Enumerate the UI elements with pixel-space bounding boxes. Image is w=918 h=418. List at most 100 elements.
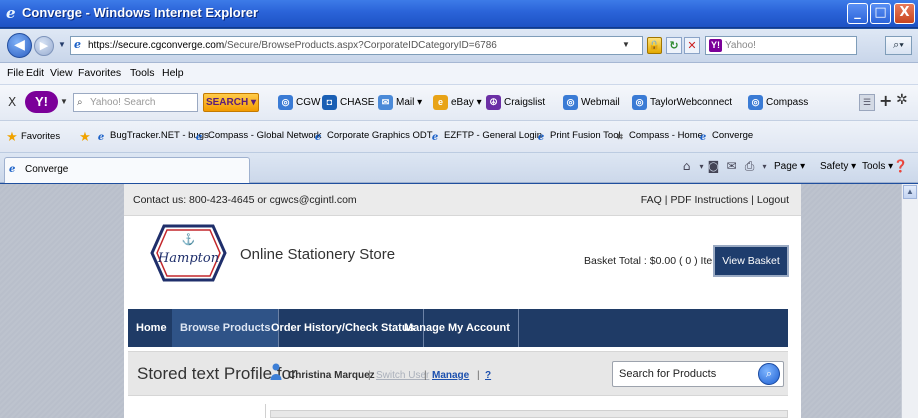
safety-menu[interactable]: Safety ▾ <box>820 161 856 172</box>
page-menu[interactable]: Page ▾ <box>774 161 805 172</box>
favorites-star-icon: ★ <box>6 130 18 145</box>
tools-menu[interactable]: Tools ▾ <box>862 161 893 172</box>
toolbar-close-icon[interactable]: X <box>8 95 16 109</box>
lock-icon[interactable]: 🔒 <box>647 37 662 54</box>
toolbar-webmail-button[interactable]: ◎ Webmail <box>563 93 620 112</box>
yahoo-logo-icon[interactable]: Y! <box>25 91 58 113</box>
back-button[interactable]: ◀ <box>7 33 32 58</box>
history-dropdown-icon[interactable]: ▼ <box>58 40 66 49</box>
stop-icon[interactable]: ✕ <box>684 37 700 54</box>
cgw-label: CGW <box>296 97 321 108</box>
product-panel <box>270 410 788 418</box>
store-page: Contact us: 800-423-4645 or cgwcs@cgintl… <box>124 184 801 418</box>
url-protocol: https:// <box>88 40 119 51</box>
hampton-logo[interactable]: ⚓ Hampton <box>150 224 227 282</box>
feeds-icon[interactable]: ◙ <box>706 159 721 174</box>
search-go-button[interactable]: ⌕▾ <box>885 36 912 55</box>
yahoo-dropdown-icon[interactable]: ▼ <box>60 97 68 106</box>
nav-home[interactable]: Home <box>128 309 176 347</box>
address-bar[interactable]: e https://secure.cgconverge.com/Secure/B… <box>70 36 643 55</box>
logout-link[interactable]: Logout <box>757 194 789 206</box>
help-icon[interactable]: ❓ <box>893 159 908 174</box>
ie-page-icon: e <box>431 132 439 143</box>
page-icon: e <box>74 38 81 51</box>
header-links: FAQ | PDF Instructions | Logout <box>641 194 789 206</box>
favorite-link[interactable]: e BugTracker.NET - bugs <box>95 130 209 144</box>
magnifier-icon: ⌕ <box>77 97 83 108</box>
menu-tools[interactable]: Tools <box>130 67 155 79</box>
product-search-placeholder: Search for Products <box>619 368 717 380</box>
contact-bar: Contact us: 800-423-4645 or cgwcs@cgintl… <box>124 184 801 216</box>
toolbar-craigslist-button[interactable]: ☮ Craigslist <box>486 93 545 112</box>
tab-converge[interactable]: e Converge <box>4 157 250 183</box>
toolbar-taylor-button[interactable]: ◎ TaylorWebconnect <box>632 93 732 112</box>
browser-search-input[interactable]: Y! Yahoo! <box>705 36 857 55</box>
ie-page-icon: e <box>699 132 707 143</box>
favorite-link[interactable]: e EZFTP - General Login <box>429 130 542 144</box>
view-basket-button[interactable]: View Basket <box>713 245 789 277</box>
scroll-up-icon[interactable]: ▲ <box>903 185 917 199</box>
contact-info: Contact us: 800-423-4645 or cgwcs@cgintl… <box>133 194 357 206</box>
product-search-input[interactable]: Search for Products ⌕ <box>612 361 784 387</box>
toolbar-cgw-button[interactable]: ◎ CGW <box>278 93 320 112</box>
menu-help[interactable]: Help <box>162 67 184 79</box>
toolbar-compass-button[interactable]: ◎ Compass <box>748 93 808 112</box>
tools-menu-label: Tools <box>862 161 886 172</box>
minimize-button[interactable]: _ <box>847 3 868 24</box>
toolbar-ebay-button[interactable]: e eBay ▾ <box>433 93 482 112</box>
faq-link[interactable]: FAQ <box>641 194 662 206</box>
favorite-link[interactable]: e Compass - Global Network <box>193 130 322 144</box>
address-dropdown-icon[interactable]: ▼ <box>622 40 630 49</box>
menu-favorites[interactable]: Favorites <box>78 67 121 79</box>
menu-view[interactable]: View <box>50 67 73 79</box>
svg-text:Hampton: Hampton <box>157 251 219 266</box>
craigslist-label: Craigslist <box>504 97 546 108</box>
favorite-label: Converge <box>712 130 754 141</box>
help-link[interactable]: ? <box>485 370 491 381</box>
link-separator: | <box>751 194 754 206</box>
favorite-link[interactable]: ⌗ Compass - Home <box>614 130 703 144</box>
yahoo-search-button[interactable]: SEARCH ▾ <box>203 93 259 112</box>
manage-link[interactable]: Manage <box>432 370 469 381</box>
menu-bar: File Edit View Favorites Tools Help <box>0 63 918 85</box>
favorites-label: Favorites <box>21 131 61 142</box>
profile-separator: | <box>477 370 480 381</box>
menu-edit[interactable]: Edit <box>26 67 44 79</box>
print-icon[interactable]: ⎙ <box>742 159 757 174</box>
toolbar-mail-button[interactable]: ✉ Mail ▾ <box>378 93 422 112</box>
forward-button[interactable]: ▶ <box>34 36 54 56</box>
switch-user-link[interactable]: Switch User <box>376 370 429 381</box>
tab-label: Converge <box>25 164 69 175</box>
maximize-button[interactable]: □ <box>870 3 891 24</box>
vertical-scrollbar[interactable]: ▲ <box>901 184 918 418</box>
favorite-link[interactable]: e Corporate Graphics ODT <box>312 130 433 144</box>
favorite-link[interactable]: e Converge <box>697 130 753 144</box>
print-dropdown-icon[interactable]: ▾ <box>757 159 772 174</box>
search-icon[interactable]: ⌕ <box>758 363 780 385</box>
pdf-instructions-link[interactable]: PDF Instructions <box>671 194 749 206</box>
page-menu-label: Page <box>774 161 798 172</box>
mail-label: Mail <box>396 97 415 108</box>
close-button[interactable]: X <box>894 3 915 24</box>
svg-text:⚓: ⚓ <box>182 233 196 246</box>
menu-file[interactable]: File <box>7 67 24 79</box>
toolbar-chase-button[interactable]: ◘ CHASE <box>322 93 374 112</box>
favorite-link[interactable]: e Print Fusion Tool <box>535 130 621 144</box>
refresh-icon[interactable]: ↻ <box>666 37 682 54</box>
store-name: Online Stationery Store <box>240 246 396 263</box>
cgw-icon: ◎ <box>278 94 293 110</box>
nav-manage-account[interactable]: Manage My Account <box>396 309 519 347</box>
favorites-button[interactable]: ★ Favorites <box>6 130 61 145</box>
yahoo-toolbar: X Y! ▼ ⌕ Yahoo! Search SEARCH ▾ ◎ CGW ◘ CH… <box>0 85 918 121</box>
add-favorite-icon[interactable]: ★ <box>79 130 94 145</box>
profile-bar: Stored text Profile for Christina Marque… <box>128 351 788 396</box>
home-icon[interactable]: ⌂ <box>679 159 694 174</box>
favorite-label: EZFTP - General Login <box>444 130 543 141</box>
yahoo-search-input[interactable]: ⌕ Yahoo! Search <box>73 93 198 112</box>
ebay-icon: e <box>433 94 448 110</box>
webmail-label: Webmail <box>581 97 620 108</box>
read-mail-icon[interactable]: ✉ <box>724 159 739 174</box>
settings-gear-icon[interactable]: ✲ <box>896 92 908 108</box>
add-icon[interactable]: + <box>879 91 892 110</box>
toolbar-menu-icon[interactable]: ☰ <box>859 94 875 111</box>
